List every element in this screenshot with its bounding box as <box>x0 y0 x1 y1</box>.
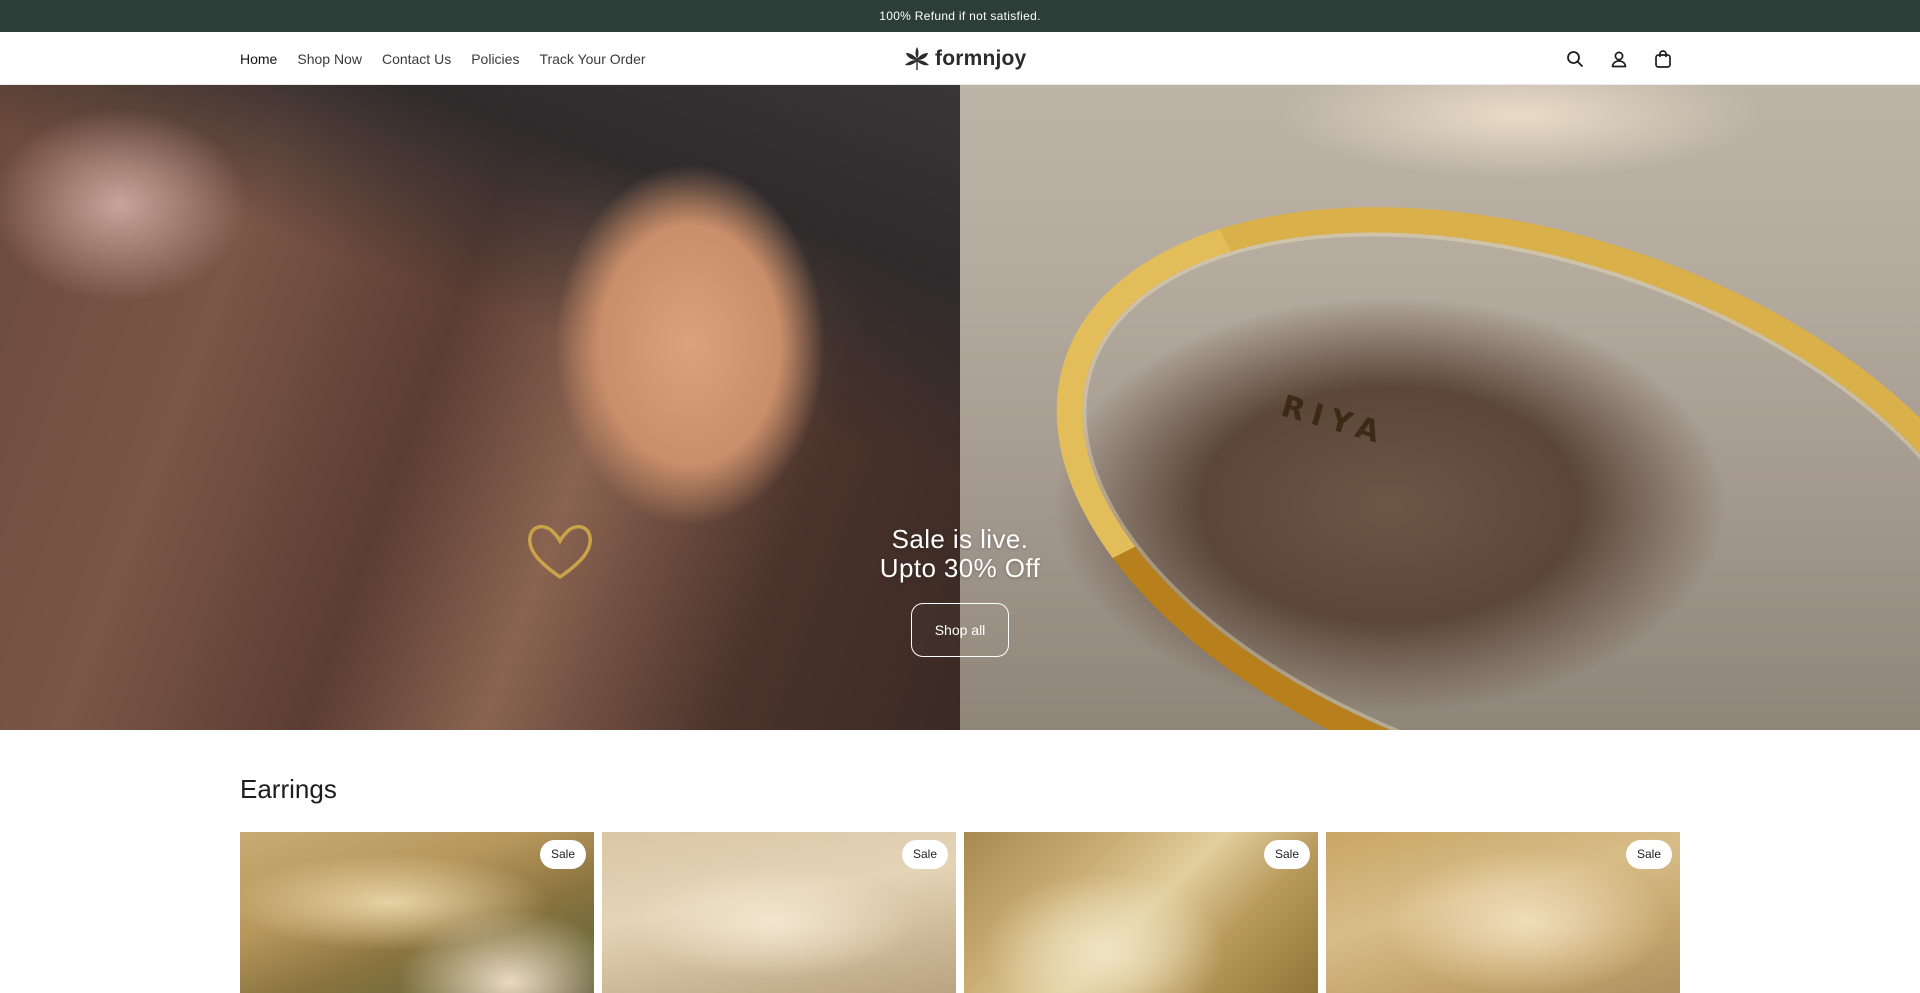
hero-title-line-1: Sale is live. <box>891 524 1029 554</box>
sale-badge: Sale <box>539 840 586 869</box>
product-card[interactable]: Sale <box>240 832 594 993</box>
brand-logo[interactable]: formnjoy <box>903 44 1026 74</box>
nav-item-track-order[interactable]: Track Your Order <box>539 51 645 67</box>
hero-banner: RIYA Sale is live. Upto 30% Off Shop all <box>0 85 1920 730</box>
nav-item-contact-us[interactable]: Contact Us <box>382 51 451 67</box>
nav-item-home[interactable]: Home <box>240 51 277 67</box>
leaf-logo-icon <box>905 47 929 70</box>
product-card[interactable]: Sale <box>1326 832 1680 993</box>
product-card[interactable]: Sale <box>602 832 956 993</box>
site-header: Home Shop Now Contact Us Policies Track … <box>0 32 1920 85</box>
product-grid: Sale Sale Sale Sale <box>240 832 1680 993</box>
search-icon[interactable] <box>1564 48 1586 70</box>
hero-content: Sale is live. Upto 30% Off Shop all <box>0 525 1920 657</box>
nav-item-shop-now[interactable]: Shop Now <box>297 51 362 67</box>
main-nav: Home Shop Now Contact Us Policies Track … <box>240 32 666 85</box>
header-actions <box>1564 32 1674 85</box>
sale-badge: Sale <box>1625 840 1672 869</box>
cart-icon[interactable] <box>1652 48 1674 70</box>
featured-collection: Earrings Sale Sale Sale Sale <box>0 774 1920 993</box>
announcement-bar: 100% Refund if not satisfied. <box>0 0 1920 32</box>
product-card[interactable]: Sale <box>964 832 1318 993</box>
brand-name: formnjoy <box>935 47 1027 70</box>
announcement-text: 100% Refund if not satisfied. <box>879 9 1041 23</box>
sale-badge: Sale <box>901 840 948 869</box>
sale-badge: Sale <box>1263 840 1310 869</box>
account-icon[interactable] <box>1608 48 1630 70</box>
hero-title-line-2: Upto 30% Off <box>879 553 1041 583</box>
nav-item-policies[interactable]: Policies <box>471 51 519 67</box>
shop-all-button[interactable]: Shop all <box>911 603 1009 657</box>
collection-title: Earrings <box>240 774 337 804</box>
